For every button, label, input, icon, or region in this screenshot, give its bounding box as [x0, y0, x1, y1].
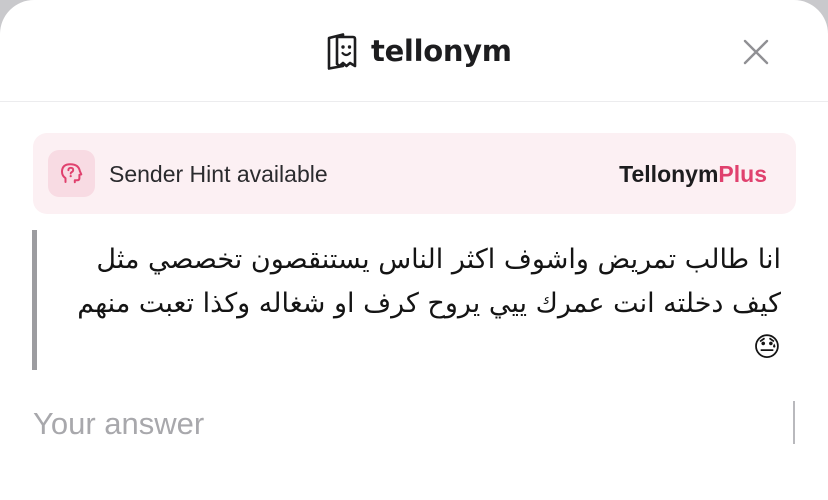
tell-sheet: tellonym Sender Hint available TellonymP… — [0, 0, 828, 500]
header-bar: tellonym — [0, 0, 828, 102]
sender-hint-icon — [61, 163, 83, 184]
text-cursor — [793, 401, 795, 444]
brand: tellonym — [323, 30, 512, 72]
tellonym-logo-icon — [327, 33, 357, 70]
close-icon[interactable] — [740, 36, 772, 68]
sender-hint-text: Sender Hint available — [109, 161, 328, 187]
plus-label-part1: Tellonym — [619, 161, 719, 187]
tellonym-plus-label[interactable]: TellonymPlus — [619, 160, 767, 188]
question-block: انا طالب تمريض واشوف اكثر الناس يستنقصون… — [32, 230, 781, 370]
sender-hint-banner[interactable]: Sender Hint available TellonymPlus — [33, 133, 796, 214]
answer-input[interactable] — [33, 402, 733, 446]
plus-label-part2: Plus — [718, 161, 767, 187]
question-text: انا طالب تمريض واشوف اكثر الناس يستنقصون… — [77, 244, 781, 363]
app-name: tellonym — [371, 34, 512, 68]
sender-hint-icon-box — [48, 150, 95, 197]
